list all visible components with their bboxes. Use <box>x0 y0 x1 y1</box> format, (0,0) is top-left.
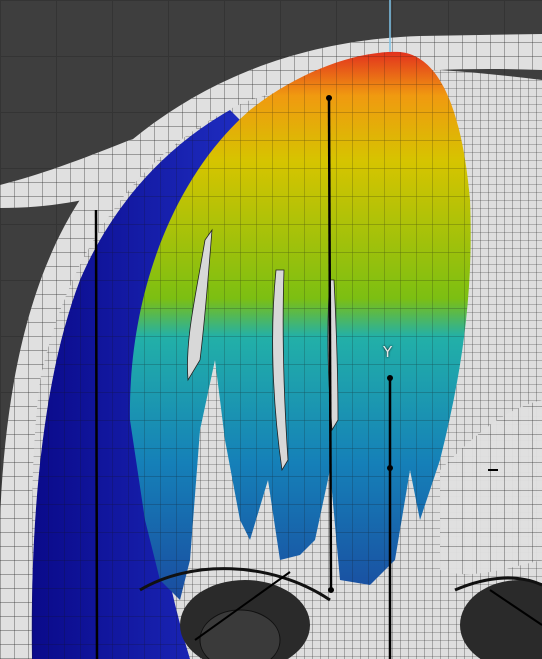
mesh-scene[interactable] <box>0 0 542 659</box>
y-axis-label: Y <box>383 343 393 361</box>
bone-left <box>94 209 99 659</box>
3d-viewport[interactable]: Y <box>0 0 542 659</box>
